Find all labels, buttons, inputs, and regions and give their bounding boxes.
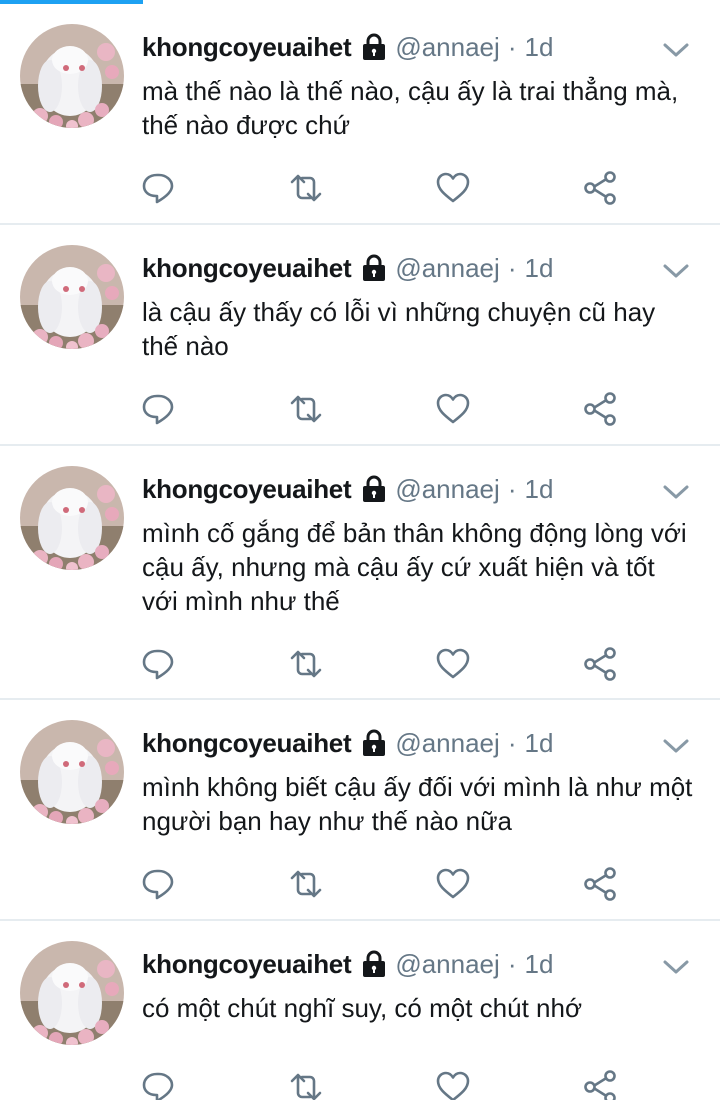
user-handle[interactable]: @annaej [395, 474, 499, 505]
lock-icon [361, 950, 387, 978]
heart-icon[interactable] [435, 170, 471, 206]
retweet-icon[interactable] [288, 866, 324, 902]
tweet-header: khongcoyeuaihet @annaej · 1d [142, 724, 553, 762]
lock-icon [361, 729, 387, 757]
header-separator: · [507, 948, 517, 979]
header-separator: · [507, 252, 517, 283]
display-name[interactable]: khongcoyeuaihet [142, 253, 352, 284]
lock-icon [361, 33, 387, 61]
tweet-text: mình cố gắng để bản thân không động lòng… [142, 518, 687, 616]
share-icon[interactable] [582, 866, 618, 902]
avatar[interactable] [20, 941, 124, 1045]
tweet-text: là cậu ấy thấy có lỗi vì những chuyện cũ… [142, 297, 656, 361]
reply-icon[interactable] [140, 1069, 176, 1100]
chevron-down-icon[interactable] [662, 953, 690, 981]
heart-icon[interactable] [435, 1069, 471, 1100]
retweet-icon[interactable] [288, 391, 324, 427]
tweet-text: mà thế nào là thế nào, cậu ấy là trai th… [142, 76, 679, 140]
tweet-actions [140, 646, 640, 682]
tweet[interactable]: khongcoyeuaihet @annaej · 1d có một chút… [0, 921, 720, 1100]
tweet-header: khongcoyeuaihet @annaej · 1d [142, 28, 553, 66]
share-icon[interactable] [582, 1069, 618, 1100]
display-name[interactable]: khongcoyeuaihet [142, 474, 352, 505]
tweet-header: khongcoyeuaihet @annaej · 1d [142, 945, 553, 983]
avatar[interactable] [20, 24, 124, 128]
reply-icon[interactable] [140, 170, 176, 206]
header-separator: · [507, 31, 517, 62]
tweet[interactable]: khongcoyeuaihet @annaej · 1d mà thế nào … [0, 4, 720, 225]
share-icon[interactable] [582, 646, 618, 682]
share-icon[interactable] [582, 170, 618, 206]
chevron-down-icon[interactable] [662, 478, 690, 506]
lock-icon [361, 254, 387, 282]
heart-icon[interactable] [435, 391, 471, 427]
retweet-icon[interactable] [288, 170, 324, 206]
header-separator: · [507, 727, 517, 758]
tweet-actions [140, 170, 640, 206]
tweet-feed: khongcoyeuaihet @annaej · 1d mà thế nào … [0, 4, 720, 1100]
display-name[interactable]: khongcoyeuaihet [142, 728, 352, 759]
heart-icon[interactable] [435, 866, 471, 902]
share-icon[interactable] [582, 391, 618, 427]
avatar[interactable] [20, 245, 124, 349]
display-name[interactable]: khongcoyeuaihet [142, 32, 352, 63]
retweet-icon[interactable] [288, 1069, 324, 1100]
reply-icon[interactable] [140, 391, 176, 427]
reply-icon[interactable] [140, 866, 176, 902]
user-handle[interactable]: @annaej [395, 728, 499, 759]
tweet-actions [140, 391, 640, 427]
heart-icon[interactable] [435, 646, 471, 682]
tweet-actions [140, 1069, 640, 1100]
timestamp[interactable]: 1d [524, 949, 553, 980]
timestamp[interactable]: 1d [524, 728, 553, 759]
tweet-text: có một chút nghĩ suy, có một chút nhớ [142, 993, 583, 1023]
chevron-down-icon[interactable] [662, 732, 690, 760]
user-handle[interactable]: @annaej [395, 253, 499, 284]
header-separator: · [507, 473, 517, 504]
tweet-text: mình không biết cậu ấy đối với mình là n… [142, 772, 693, 836]
timestamp[interactable]: 1d [524, 253, 553, 284]
user-handle[interactable]: @annaej [395, 949, 499, 980]
lock-icon [361, 475, 387, 503]
tweet-actions [140, 866, 640, 902]
display-name[interactable]: khongcoyeuaihet [142, 949, 352, 980]
chevron-down-icon[interactable] [662, 257, 690, 285]
timeline-screen: khongcoyeuaihet @annaej · 1d mà thế nào … [0, 0, 720, 1100]
reply-icon[interactable] [140, 646, 176, 682]
chevron-down-icon[interactable] [662, 36, 690, 64]
tweet[interactable]: khongcoyeuaihet @annaej · 1d mình không … [0, 700, 720, 921]
tweet[interactable]: khongcoyeuaihet @annaej · 1d mình cố gắn… [0, 446, 720, 700]
tweet[interactable]: khongcoyeuaihet @annaej · 1d là cậu ấy t… [0, 225, 720, 446]
avatar[interactable] [20, 720, 124, 824]
timestamp[interactable]: 1d [524, 32, 553, 63]
user-handle[interactable]: @annaej [395, 32, 499, 63]
retweet-icon[interactable] [288, 646, 324, 682]
timestamp[interactable]: 1d [524, 474, 553, 505]
tweet-header: khongcoyeuaihet @annaej · 1d [142, 249, 553, 287]
tweet-header: khongcoyeuaihet @annaej · 1d [142, 470, 553, 508]
avatar[interactable] [20, 466, 124, 570]
